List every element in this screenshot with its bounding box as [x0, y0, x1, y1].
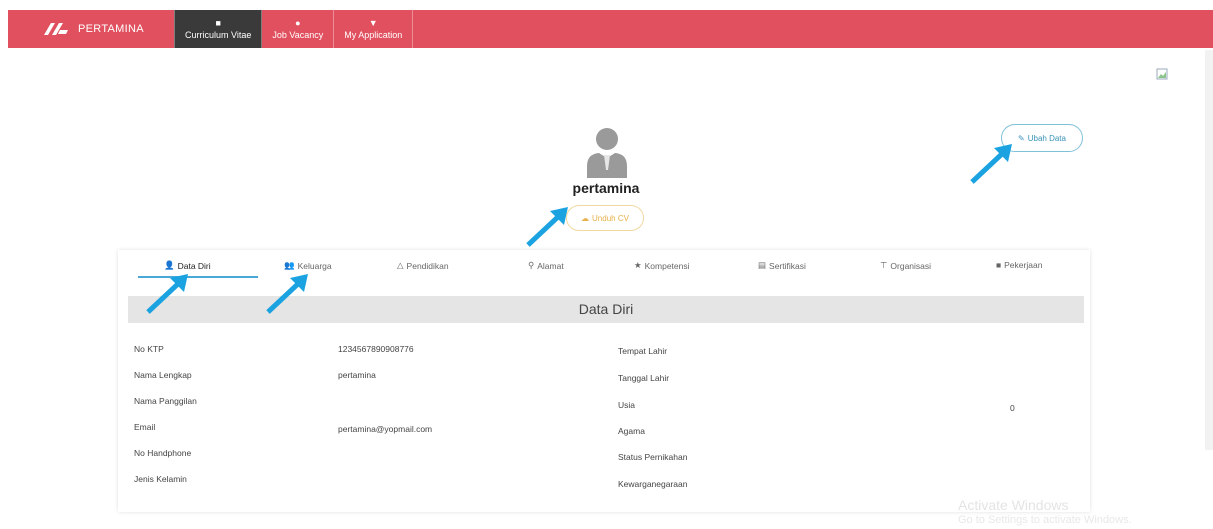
tab-label: Pekerjaan — [1004, 260, 1043, 270]
field-label: Nama Lengkap — [134, 370, 192, 380]
field-label: No KTP — [134, 344, 164, 354]
activate-windows-title: Activate Windows — [958, 497, 1069, 513]
tab-label: Data Diri — [177, 260, 211, 271]
field-label: Agama — [618, 426, 645, 436]
pencil-icon: ✎ — [1018, 133, 1025, 143]
arrow-annotation-icon — [146, 274, 188, 314]
nav-my-application[interactable]: ▼ My Application — [334, 10, 414, 48]
activate-windows-subtitle: Go to Settings to activate Windows. — [958, 514, 1132, 526]
field-value: 0 — [1010, 403, 1015, 413]
nav-job-vacancy[interactable]: ● Job Vacancy — [262, 10, 335, 48]
brand-name: PERTAMINA — [78, 23, 144, 35]
field-label: Kewarganegaraan — [618, 479, 688, 489]
field-value: pertamina@yopmail.com — [338, 424, 433, 434]
broken-image-icon — [1156, 68, 1168, 80]
filter-icon: ▼ — [368, 18, 378, 28]
field-label: Nama Panggilan — [134, 396, 197, 406]
tab-label: Alamat — [537, 260, 564, 271]
tab-kompetensi[interactable]: ★ Kompetensi — [634, 260, 690, 271]
top-navbar: PERTAMINA ■ Curriculum Vitae ● Job Vacan… — [8, 10, 1213, 48]
tab-label: Kompetensi — [644, 260, 690, 271]
map-marker-icon: ⚲ — [528, 260, 535, 270]
field-label: Tempat Lahir — [618, 346, 668, 356]
button-label: Ubah Data — [1027, 133, 1066, 143]
tab-label: Pendidikan — [406, 260, 449, 271]
field-label: Status Pernikahan — [618, 452, 688, 462]
field-label: Email — [134, 422, 156, 432]
briefcase-icon: ■ — [215, 18, 221, 28]
field-label: Tanggal Lahir — [618, 373, 670, 383]
field-value: pertamina — [338, 370, 376, 380]
field-label: Usia — [618, 400, 636, 410]
graduation-cap-icon: △ — [397, 260, 404, 270]
tab-sertifikasi[interactable]: ▤ Sertifikasi — [758, 260, 806, 271]
button-label: Unduh CV — [592, 213, 629, 223]
tab-pekerjaan[interactable]: ■ Pekerjaan — [996, 260, 1042, 270]
tab-label: Organisasi — [890, 260, 932, 271]
scrollbar-track[interactable] — [1205, 50, 1213, 450]
nav-label: Curriculum Vitae — [185, 30, 252, 40]
nav-curriculum-vitae[interactable]: ■ Curriculum Vitae — [174, 10, 263, 48]
avatar — [587, 128, 627, 178]
field-value: 1234567890908776 — [338, 344, 414, 354]
nav-label: My Application — [344, 30, 403, 40]
tab-organisasi[interactable]: ⊤ Organisasi — [880, 260, 931, 271]
arrow-annotation-icon — [970, 144, 1012, 184]
field-label: Jenis Kelamin — [134, 474, 187, 484]
house-icon: ● — [295, 18, 301, 28]
tab-pendidikan[interactable]: △ Pendidikan — [397, 260, 449, 271]
field-label: No Handphone — [134, 448, 192, 458]
brand[interactable]: PERTAMINA — [8, 10, 174, 48]
tab-label: Keluarga — [297, 260, 332, 271]
certificate-icon: ▤ — [758, 260, 767, 270]
arrow-annotation-icon — [266, 274, 308, 314]
pertamina-logo-icon — [44, 23, 68, 35]
briefcase-icon: ■ — [996, 260, 1002, 270]
tab-label: Sertifikasi — [769, 260, 806, 271]
unduh-cv-button[interactable]: ☁ Unduh CV — [566, 205, 644, 231]
sitemap-icon: ⊤ — [880, 260, 888, 270]
profile-name: pertamina — [572, 180, 640, 196]
cloud-download-icon: ☁ — [581, 213, 590, 223]
nav-label: Job Vacancy — [272, 30, 324, 40]
arrow-annotation-icon — [526, 207, 568, 247]
tab-alamat[interactable]: ⚲ Alamat — [528, 260, 564, 271]
star-icon: ★ — [634, 260, 642, 270]
